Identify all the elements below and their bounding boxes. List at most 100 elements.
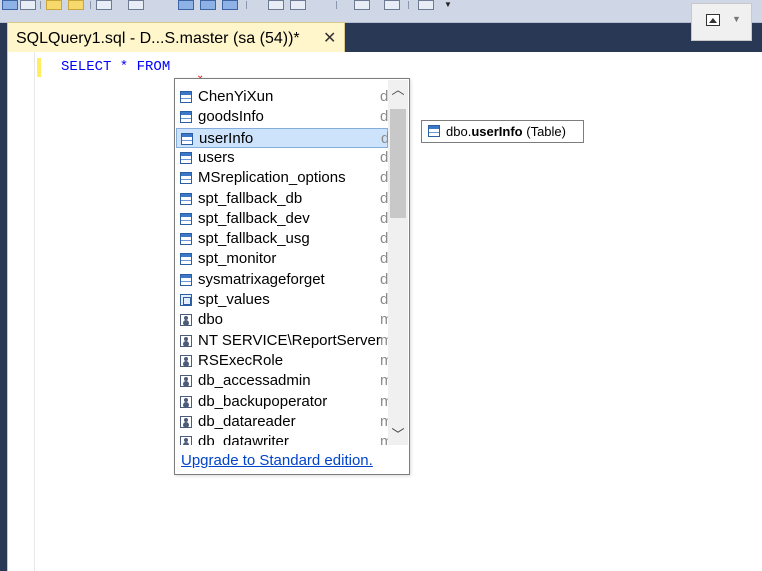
intellisense-popup: ChenYiXun d goodsInfo d userInfo d users d MSrep… (174, 78, 410, 475)
completion-item[interactable]: spt_fallback_dev d (176, 209, 388, 229)
completion-item[interactable]: db_backupoperator m (176, 392, 388, 412)
user-icon (180, 375, 192, 388)
scrollbar[interactable]: ︿ ﹀ (388, 80, 408, 445)
completion-item[interactable]: spt_monitor d (176, 249, 388, 269)
tooltip-text: dbo.userInfo (Table) (446, 124, 566, 139)
table-icon (180, 172, 192, 185)
results-to-text-icon[interactable] (68, 0, 84, 10)
completion-item-name: sysmatrixageforget (198, 270, 325, 288)
completion-item[interactable]: users d (176, 148, 388, 168)
completion-item[interactable]: db_datawriter m (176, 432, 388, 445)
user-icon (180, 415, 192, 428)
display-plan-icon[interactable] (178, 0, 194, 10)
completion-item-schema: d (380, 88, 388, 105)
completion-item-schema: d (380, 108, 388, 126)
increase-indent-icon[interactable] (384, 0, 400, 10)
table-icon (181, 132, 193, 145)
table-icon (180, 212, 192, 225)
completion-item-schema: m (380, 433, 388, 445)
table-icon (428, 125, 440, 137)
user-icon (180, 314, 192, 327)
completion-item-name: spt_values (198, 291, 270, 308)
completion-item-schema: d (380, 250, 388, 268)
scroll-up-icon[interactable]: ︿ (388, 80, 408, 100)
toolbar: ▼ (0, 0, 762, 23)
completion-item-schema: m (380, 412, 388, 430)
upgrade-link[interactable]: Upgrade to Standard edition. (181, 452, 373, 469)
completion-item-schema: d (380, 230, 388, 248)
toolbar-overflow-icon[interactable]: ▼ (444, 0, 452, 9)
include-plan-icon[interactable] (200, 0, 216, 10)
completion-item[interactable]: RSExecRole m (176, 351, 388, 371)
scroll-down-icon[interactable]: ﹀ (388, 425, 408, 445)
toolbar-separator (408, 1, 409, 9)
completion-item-name: spt_fallback_usg (198, 230, 310, 248)
completion-item[interactable]: goodsInfo d (176, 107, 388, 127)
completion-item-schema: m (380, 372, 388, 390)
completion-item-name: db_backupoperator (198, 392, 328, 410)
completion-item-name: userInfo (199, 129, 254, 147)
completion-item[interactable]: db_datareader m (176, 412, 388, 432)
code-line[interactable]: SELECT * FROM (61, 59, 170, 75)
user-icon (180, 354, 192, 367)
specify-values-icon[interactable] (418, 0, 434, 10)
uncomment-lines-icon[interactable] (290, 0, 306, 10)
completion-item-name: MSreplication_options (198, 169, 346, 187)
image-button[interactable]: ▼ (691, 3, 752, 41)
chevron-down-icon: ▼ (732, 14, 741, 24)
comment-lines-icon[interactable] (268, 0, 284, 10)
view-icon (180, 294, 192, 306)
changed-line-marker (37, 58, 41, 77)
completion-item[interactable]: userInfo d (176, 127, 388, 148)
completion-item[interactable]: spt_fallback_db d (176, 189, 388, 209)
completion-item-name: spt_monitor (198, 250, 277, 268)
completion-item-name: goodsInfo (198, 108, 264, 126)
tab-query[interactable]: SQLQuery1.sql - D...S.master (sa (54))* … (7, 22, 345, 52)
completion-item-schema: m (380, 392, 388, 410)
completion-item-schema: d (381, 129, 388, 147)
query-options-icon[interactable] (128, 0, 144, 10)
close-icon[interactable]: ✕ (323, 28, 336, 48)
toolbar-separator (40, 1, 41, 9)
gutter-line (34, 52, 35, 571)
completion-tooltip: dbo.userInfo (Table) (421, 120, 584, 143)
completion-item[interactable]: ChenYiXun d (176, 87, 388, 107)
completion-item-name: RSExecRole (198, 351, 284, 369)
table-icon (180, 233, 192, 246)
completion-item[interactable]: spt_fallback_usg d (176, 229, 388, 249)
completion-item-schema: d (380, 169, 388, 187)
completion-item[interactable]: MSreplication_options d (176, 168, 388, 188)
user-icon (180, 334, 192, 347)
results-to-grid-icon[interactable] (46, 0, 62, 10)
completion-item-schema: m (380, 351, 388, 369)
completion-item-schema: d (380, 270, 388, 288)
completion-item[interactable]: dbo m (176, 310, 388, 330)
completion-item-schema: m (380, 331, 388, 349)
picture-icon (706, 14, 720, 26)
completion-item[interactable]: NT SERVICE\ReportServer m (176, 331, 388, 351)
completion-item[interactable]: spt_values d (176, 290, 388, 310)
undo-icon[interactable] (2, 0, 18, 10)
results-to-file-icon[interactable] (96, 0, 112, 10)
completion-item[interactable]: db_accessadmin m (176, 371, 388, 391)
table-icon (180, 273, 192, 286)
completion-item-name: NT SERVICE\ReportServer (198, 331, 381, 349)
completion-item-schema: d (380, 148, 388, 166)
client-statistics-icon[interactable] (222, 0, 238, 10)
completion-item-name: ChenYiXun (198, 88, 274, 105)
toolbar-separator (336, 1, 337, 9)
decrease-indent-icon[interactable] (354, 0, 370, 10)
table-icon (180, 192, 192, 205)
user-icon (180, 395, 192, 408)
table-icon (180, 151, 192, 164)
redo-icon[interactable] (20, 0, 36, 10)
completion-item-schema: m (380, 311, 388, 329)
completion-item-name: db_datareader (198, 412, 296, 430)
completion-item-name: db_accessadmin (198, 372, 311, 390)
scroll-thumb[interactable] (390, 109, 406, 218)
completion-item-name: dbo (198, 311, 224, 329)
table-icon (180, 91, 192, 103)
completion-item[interactable]: sysmatrixageforget d (176, 270, 388, 290)
user-icon (180, 436, 192, 445)
completion-item-schema: d (380, 209, 388, 227)
